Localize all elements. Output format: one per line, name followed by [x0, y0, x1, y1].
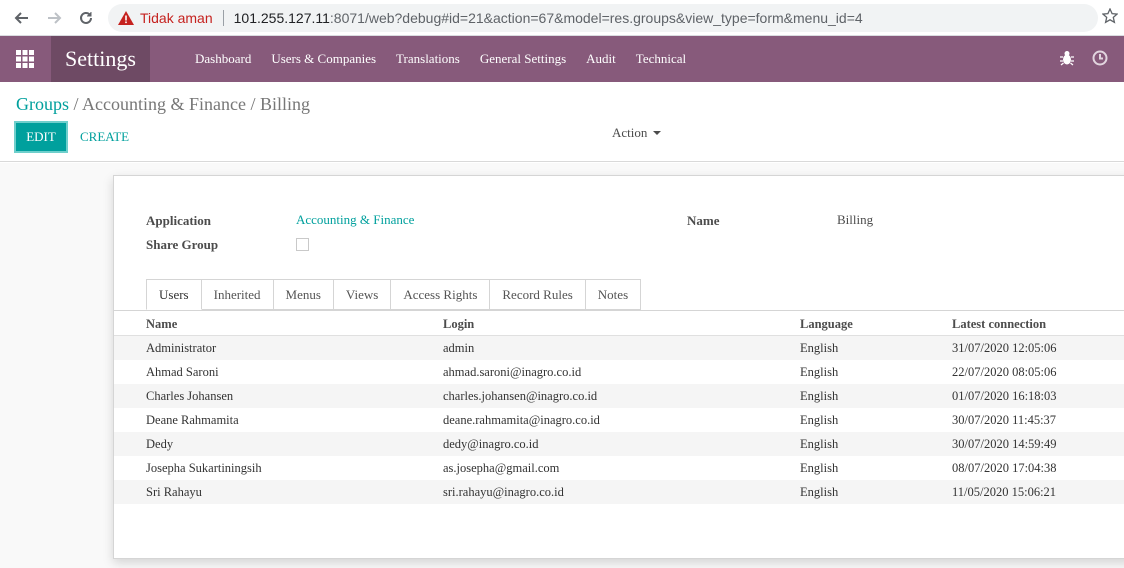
action-label: Action	[612, 125, 648, 140]
cell-language: English	[800, 413, 839, 427]
create-button[interactable]: CREATE	[80, 129, 129, 145]
activity-button[interactable]	[1092, 50, 1108, 71]
column-language[interactable]: Language	[800, 317, 853, 332]
table-row[interactable]: Administrator admin English 31/07/2020 1…	[114, 336, 1124, 360]
cell-language: English	[800, 485, 839, 499]
menu-dashboard[interactable]: Dashboard	[195, 51, 251, 67]
main-navbar: Settings Dashboard Users & Companies Tra…	[0, 36, 1124, 82]
cell-latest-connection: 30/07/2020 14:59:49	[952, 437, 1057, 451]
tab-record-rules[interactable]: Record Rules	[490, 279, 586, 310]
cell-login: ahmad.saroni@inagro.co.id	[443, 365, 582, 379]
grid-icon	[16, 50, 34, 68]
action-dropdown[interactable]: Action	[612, 125, 662, 141]
tab-access-rights[interactable]: Access Rights	[391, 279, 491, 310]
url-path: :8071/web?debug#id=21&action=67&model=re…	[329, 10, 863, 26]
cell-latest-connection: 11/05/2020 15:06:21	[952, 485, 1057, 499]
cell-name: Dedy	[146, 437, 174, 451]
cell-login: admin	[443, 341, 475, 355]
application-value[interactable]: Accounting & Finance	[296, 212, 414, 228]
breadcrumb: Groups / Accounting & Finance / Billing	[16, 94, 310, 115]
menu-general-settings[interactable]: General Settings	[480, 51, 566, 67]
breadcrumb-groups-link[interactable]: Groups	[16, 94, 69, 114]
tab-menus[interactable]: Menus	[273, 279, 334, 310]
forward-button[interactable]	[42, 6, 66, 30]
form-sheet: Application Accounting & Finance Share G…	[113, 175, 1124, 559]
notebook-tabs: Users Inherited Menus Views Access Right…	[146, 279, 642, 310]
warning-icon	[118, 11, 134, 25]
cell-latest-connection: 30/07/2020 11:45:37	[952, 413, 1057, 427]
cell-language: English	[800, 461, 839, 475]
reload-button[interactable]	[74, 6, 98, 30]
application-label: Application	[146, 213, 212, 228]
tab-views[interactable]: Views	[333, 279, 392, 310]
cell-login: charles.johansen@inagro.co.id	[443, 389, 598, 403]
cell-name: Josepha Sukartiningsih	[146, 461, 262, 475]
cell-latest-connection: 22/07/2020 08:05:06	[952, 365, 1057, 379]
cell-name: Administrator	[146, 341, 217, 355]
name-label: Name	[687, 213, 720, 228]
reload-icon	[80, 11, 92, 24]
debug-button[interactable]	[1060, 50, 1074, 71]
table-row[interactable]: Ahmad Saroni ahmad.saroni@inagro.co.id E…	[114, 360, 1124, 384]
bug-icon	[1060, 51, 1074, 66]
table-row[interactable]: Sri Rahayu sri.rahayu@inagro.co.id Engli…	[114, 480, 1124, 504]
users-table-header: Name Login Language Latest connection	[114, 312, 1124, 336]
top-menu: Dashboard Users & Companies Translations…	[185, 36, 696, 82]
tab-users[interactable]: Users	[146, 279, 202, 310]
edit-button[interactable]: EDIT	[14, 121, 68, 153]
name-value: Billing	[837, 212, 874, 227]
cell-language: English	[800, 437, 839, 451]
cell-language: English	[800, 341, 839, 355]
browser-toolbar: Tidak aman 101.255.127.11:8071/web?debug…	[0, 0, 1124, 36]
url-separator	[222, 10, 224, 26]
table-row[interactable]: Deane Rahmamita deane.rahmamita@inagro.c…	[114, 408, 1124, 432]
apps-menu-button[interactable]	[0, 36, 50, 82]
cell-login: as.josepha@gmail.com	[443, 461, 560, 475]
arrow-right-icon	[48, 12, 62, 24]
table-row[interactable]: Dedy dedy@inagro.co.id English 30/07/202…	[114, 432, 1124, 456]
arrow-left-icon	[14, 12, 28, 24]
share-group-checkbox[interactable]	[296, 238, 309, 251]
menu-technical[interactable]: Technical	[636, 51, 686, 67]
tab-divider	[114, 310, 1124, 311]
column-name[interactable]: Name	[146, 317, 177, 332]
column-login[interactable]: Login	[443, 317, 474, 332]
share-group-label: Share Group	[146, 237, 219, 252]
menu-users-companies[interactable]: Users & Companies	[271, 51, 376, 67]
table-row[interactable]: Josepha Sukartiningsih as.josepha@gmail.…	[114, 456, 1124, 480]
clock-icon	[1092, 50, 1108, 66]
star-icon	[1101, 7, 1119, 24]
breadcrumb-current: / Accounting & Finance / Billing	[73, 94, 310, 114]
url-host: 101.255.127.11	[233, 10, 330, 26]
cell-language: English	[800, 365, 839, 379]
cell-latest-connection: 31/07/2020 12:05:06	[952, 341, 1057, 355]
security-warning[interactable]: Tidak aman	[108, 10, 213, 26]
menu-audit[interactable]: Audit	[586, 51, 616, 67]
cell-name: Deane Rahmamita	[146, 413, 239, 427]
back-button[interactable]	[10, 6, 34, 30]
cell-login: deane.rahmamita@inagro.co.id	[443, 413, 600, 427]
cell-latest-connection: 08/07/2020 17:04:38	[952, 461, 1057, 475]
column-latest-connection[interactable]: Latest connection	[952, 317, 1046, 332]
address-bar[interactable]: Tidak aman 101.255.127.11:8071/web?debug…	[108, 4, 1098, 32]
table-row[interactable]: Charles Johansen charles.johansen@inagro…	[114, 384, 1124, 408]
cell-login: sri.rahayu@inagro.co.id	[443, 485, 564, 499]
warning-text: Tidak aman	[140, 10, 213, 26]
caret-down-icon	[653, 131, 662, 135]
cell-latest-connection: 01/07/2020 16:18:03	[952, 389, 1057, 403]
cell-name: Charles Johansen	[146, 389, 234, 403]
tab-inherited[interactable]: Inherited	[201, 279, 274, 310]
menu-translations[interactable]: Translations	[396, 51, 460, 67]
systray	[1060, 50, 1108, 71]
app-brand[interactable]: Settings	[51, 36, 150, 82]
control-panel: Groups / Accounting & Finance / Billing …	[0, 82, 1124, 162]
cell-language: English	[800, 389, 839, 403]
bookmark-button[interactable]	[1101, 7, 1119, 29]
cell-name: Sri Rahayu	[146, 485, 202, 499]
tab-notes[interactable]: Notes	[585, 279, 642, 310]
cell-login: dedy@inagro.co.id	[443, 437, 539, 451]
cell-name: Ahmad Saroni	[146, 365, 219, 379]
